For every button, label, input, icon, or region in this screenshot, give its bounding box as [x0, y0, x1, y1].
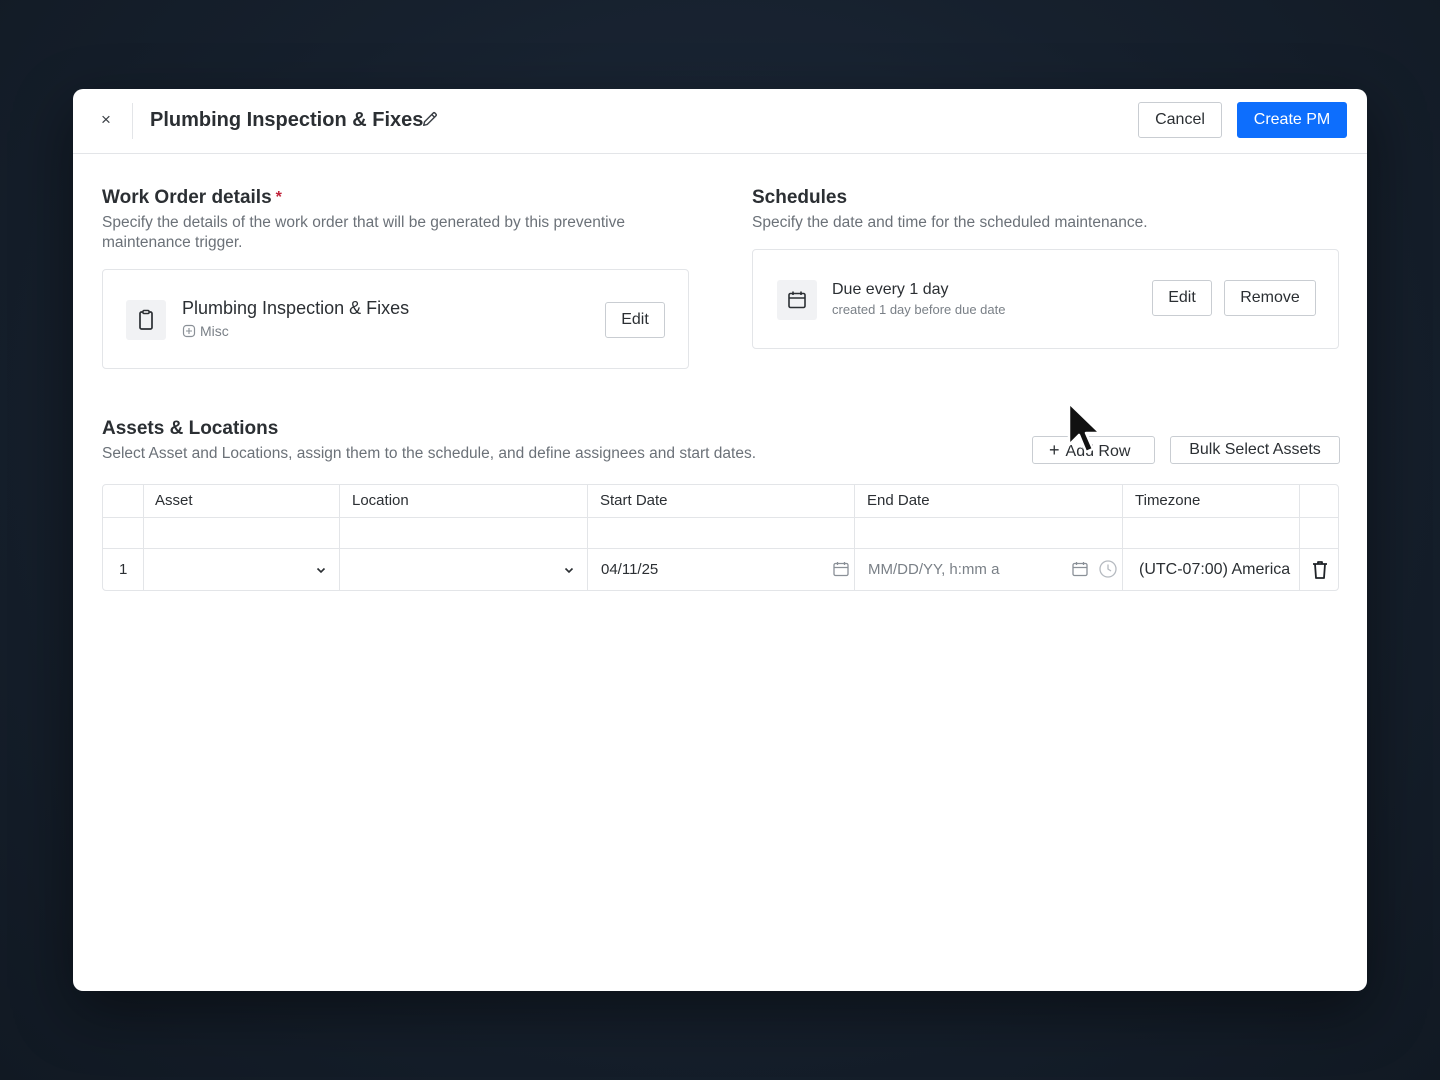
work-order-category: Misc: [182, 322, 229, 340]
pencil-icon[interactable]: [421, 110, 439, 128]
start-date-value: 04/11/25: [601, 561, 659, 578]
required-mark: *: [275, 189, 282, 206]
trash-icon[interactable]: [1310, 559, 1330, 581]
row-index: 1: [119, 561, 128, 578]
assets-description: Select Asset and Locations, assign them …: [102, 445, 757, 462]
assets-title: Assets & Locations: [102, 418, 279, 439]
end-date-input[interactable]: MM/DD/YY, h:mm a: [855, 549, 1122, 590]
work-order-description: Specify the details of the work order th…: [102, 214, 625, 251]
chevron-down-icon: [564, 567, 574, 574]
clock-icon[interactable]: [1098, 559, 1118, 579]
start-date-input[interactable]: 04/11/25: [588, 549, 854, 590]
clipboard-icon: [126, 300, 166, 340]
chevron-down-icon: [316, 567, 326, 574]
asset-select[interactable]: [144, 549, 339, 590]
schedule-edit-button[interactable]: Edit: [1152, 280, 1212, 316]
location-select[interactable]: [340, 549, 587, 590]
schedule-item-subtitle: created 1 day before due date: [832, 302, 1006, 317]
mouse-pointer-icon: [1067, 401, 1102, 454]
row-divider: [103, 517, 1338, 518]
assets-table: Asset Location Start Date End Date Timez…: [102, 484, 1339, 591]
column-header-end-date: End Date: [867, 492, 930, 509]
timezone-value: (UTC-07:00) America: [1139, 561, 1291, 578]
bulk-select-assets-button[interactable]: Bulk Select Assets: [1170, 436, 1340, 464]
work-order-card: Plumbing Inspection & Fixes Misc Edit: [102, 269, 689, 369]
category-label: Misc: [200, 323, 229, 339]
schedule-remove-button[interactable]: Remove: [1224, 280, 1316, 316]
schedule-item-title: Due every 1 day: [832, 281, 949, 298]
calendar-icon: [777, 280, 817, 320]
work-order-title: Work Order details: [102, 187, 272, 208]
create-pm-button[interactable]: Create PM: [1237, 102, 1347, 138]
schedule-card: Due every 1 day created 1 day before due…: [752, 249, 1339, 349]
cancel-button[interactable]: Cancel: [1138, 102, 1222, 138]
header-divider: [132, 103, 133, 139]
create-pm-modal: × Plumbing Inspection & Fixes Cancel Cre…: [73, 89, 1367, 991]
modal-header: × Plumbing Inspection & Fixes Cancel Cre…: [73, 89, 1367, 154]
schedules-title: Schedules: [752, 187, 848, 208]
column-header-timezone: Timezone: [1135, 492, 1201, 509]
plus-icon: +: [1049, 440, 1060, 460]
schedules-description: Specify the date and time for the schedu…: [752, 214, 1148, 231]
close-icon[interactable]: ×: [95, 108, 117, 132]
work-order-section-title: Work Order details *: [102, 186, 282, 210]
timezone-select[interactable]: (UTC-07:00) America: [1123, 549, 1299, 590]
page-title: Plumbing Inspection & Fixes: [150, 109, 424, 131]
work-order-item-title: Plumbing Inspection & Fixes: [182, 298, 410, 318]
work-order-edit-button[interactable]: Edit: [605, 302, 665, 338]
end-date-placeholder: MM/DD/YY, h:mm a: [868, 561, 1000, 578]
calendar-icon[interactable]: [1071, 560, 1089, 578]
column-header-start-date: Start Date: [600, 492, 668, 509]
column-header-location: Location: [352, 492, 409, 509]
category-icon: [182, 324, 196, 338]
column-header-asset: Asset: [155, 492, 193, 509]
column-divider: [1299, 485, 1300, 590]
calendar-icon[interactable]: [832, 560, 850, 578]
